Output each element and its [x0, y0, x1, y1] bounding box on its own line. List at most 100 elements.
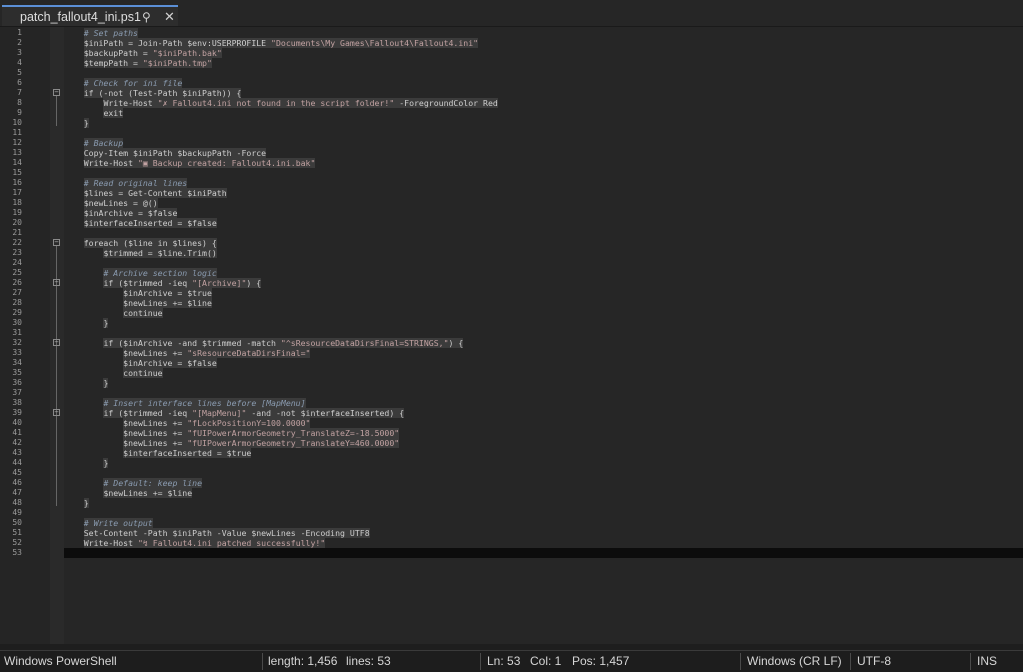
code-line: Write-Host "▣ Backup created: Fallout4.i…: [83, 158, 316, 168]
code-line: # Set paths: [83, 28, 138, 38]
code-line: if (-not (Test-Path $iniPath)) {: [83, 88, 242, 98]
fold-guide: [56, 286, 57, 326]
status-eol[interactable]: Windows (CR LF): [747, 654, 842, 668]
line-number: 44: [12, 458, 22, 467]
line-number: 35: [12, 368, 22, 377]
code-line: Copy-Item $iniPath $backupPath -Force: [83, 148, 267, 158]
line-number: 23: [12, 248, 22, 257]
line-number: 17: [12, 188, 22, 197]
code-line: continue: [123, 368, 163, 378]
line-number: 7: [17, 88, 22, 97]
line-number: 6: [17, 78, 22, 87]
line-number: 11: [12, 128, 22, 137]
code-line: continue: [123, 308, 163, 318]
line-number: 12: [12, 138, 22, 147]
code-line: $newLines += "sResourceDataDirsFinal=": [123, 348, 311, 358]
status-insert-mode[interactable]: INS: [977, 654, 997, 668]
fold-toggle-icon[interactable]: −: [53, 89, 60, 96]
line-number: 8: [17, 98, 22, 107]
line-number: 26: [12, 278, 22, 287]
line-number: 3: [17, 48, 22, 57]
code-line: $newLines = @(): [83, 198, 158, 208]
line-number: 48: [12, 498, 22, 507]
status-ln: Ln: 53: [487, 654, 521, 668]
fold-guide: [56, 346, 57, 386]
code-line: }: [83, 118, 89, 128]
code-line: if ($trimmed -ieq "[MapMenu]" -and -not …: [103, 408, 405, 418]
code-line: $newLines += "fUIPowerArmorGeometry_Tran…: [123, 438, 400, 448]
line-number: 33: [12, 348, 22, 357]
line-number: 13: [12, 148, 22, 157]
line-number: 45: [12, 468, 22, 477]
code-line: $newLines += $line: [103, 488, 193, 498]
code-line: }: [103, 318, 109, 328]
code-line: # Default: keep line: [103, 478, 203, 488]
line-number: 22: [12, 238, 22, 247]
line-number: 49: [12, 508, 22, 517]
fold-guide: [56, 96, 57, 126]
status-bar: Windows PowerShell length: 1,456 lines: …: [0, 650, 1023, 672]
line-number: 14: [12, 158, 22, 167]
line-number: 1: [17, 28, 22, 37]
fold-toggle-icon[interactable]: −: [53, 239, 60, 246]
code-line: $tempPath = "$iniPath.tmp": [83, 58, 212, 68]
line-number: 2: [17, 38, 22, 47]
pin-icon[interactable]: ⚲: [142, 10, 151, 24]
fold-toggle-icon[interactable]: −: [53, 409, 60, 416]
line-number: 51: [12, 528, 22, 537]
line-number: 29: [12, 308, 22, 317]
line-number: 31: [12, 328, 22, 337]
status-encoding[interactable]: UTF-8: [857, 654, 891, 668]
line-number: 9: [17, 108, 22, 117]
line-number: 21: [12, 228, 22, 237]
line-number: 19: [12, 208, 22, 217]
line-number: 16: [12, 178, 22, 187]
close-icon[interactable]: ✕: [164, 9, 175, 25]
code-line: # Backup: [83, 138, 124, 148]
code-line: if ($trimmed -ieq "[Archive]") {: [103, 278, 262, 288]
line-number: 25: [12, 268, 22, 277]
code-line: $newLines += "fUIPowerArmorGeometry_Tran…: [123, 428, 400, 438]
tab-bar: patch_fallout4_ini.ps1 ⚲ ✕: [0, 0, 1023, 28]
status-length: length: 1,456: [268, 654, 338, 668]
line-number: 52: [12, 538, 22, 547]
line-number: 4: [17, 58, 22, 67]
code-line: $inArchive = $false: [123, 358, 217, 368]
code-line: $interfaceInserted = $true: [123, 448, 252, 458]
line-number: 37: [12, 388, 22, 397]
code-line: Set-Content -Path $iniPath -Value $newLi…: [83, 528, 370, 538]
line-number: 50: [12, 518, 22, 527]
line-number: 39: [12, 408, 22, 417]
fold-toggle-icon[interactable]: −: [53, 339, 60, 346]
fold-guide: [56, 416, 57, 466]
fold-margin: [50, 27, 64, 644]
status-language[interactable]: Windows PowerShell: [4, 654, 117, 668]
code-line: if ($inArchive -and $trimmed -match "^sR…: [103, 338, 464, 348]
current-line-highlight: [64, 548, 1023, 558]
line-number: 34: [12, 358, 22, 367]
code-line: $inArchive = $false: [83, 208, 178, 218]
line-number-gutter: 1 2 3 4 5 6 7 8 9 10 11 12 13 14 15 16 17 18 19 20 21 22 23 24 2…: [0, 27, 50, 644]
editor-empty-area[interactable]: [64, 558, 1023, 644]
code-line: $newLines += $line: [123, 298, 212, 308]
status-lines: lines: 53: [346, 654, 391, 668]
code-line: # Check for ini file: [83, 78, 183, 88]
line-number: 5: [17, 68, 22, 77]
line-number: 18: [12, 198, 22, 207]
code-line: Write-Host "↯ Fallout4.ini patched succe…: [83, 538, 326, 548]
fold-toggle-icon[interactable]: −: [53, 279, 60, 286]
code-line: foreach ($line in $lines) {: [83, 238, 217, 248]
line-number: 41: [12, 428, 22, 437]
line-number: 32: [12, 338, 22, 347]
code-line: $trimmed = $line.Trim(): [103, 248, 217, 258]
line-number: 10: [12, 118, 22, 127]
line-number: 38: [12, 398, 22, 407]
code-line: # Read original lines: [83, 178, 188, 188]
line-number: 28: [12, 298, 22, 307]
code-line: $interfaceInserted = $false: [83, 218, 217, 228]
file-tab[interactable]: patch_fallout4_ini.ps1 ⚲ ✕: [2, 5, 178, 26]
code-line: # Insert interface lines before [MapMenu…: [103, 398, 306, 408]
line-number: 47: [12, 488, 22, 497]
code-line: # Write output: [83, 518, 153, 528]
line-number: 43: [12, 448, 22, 457]
